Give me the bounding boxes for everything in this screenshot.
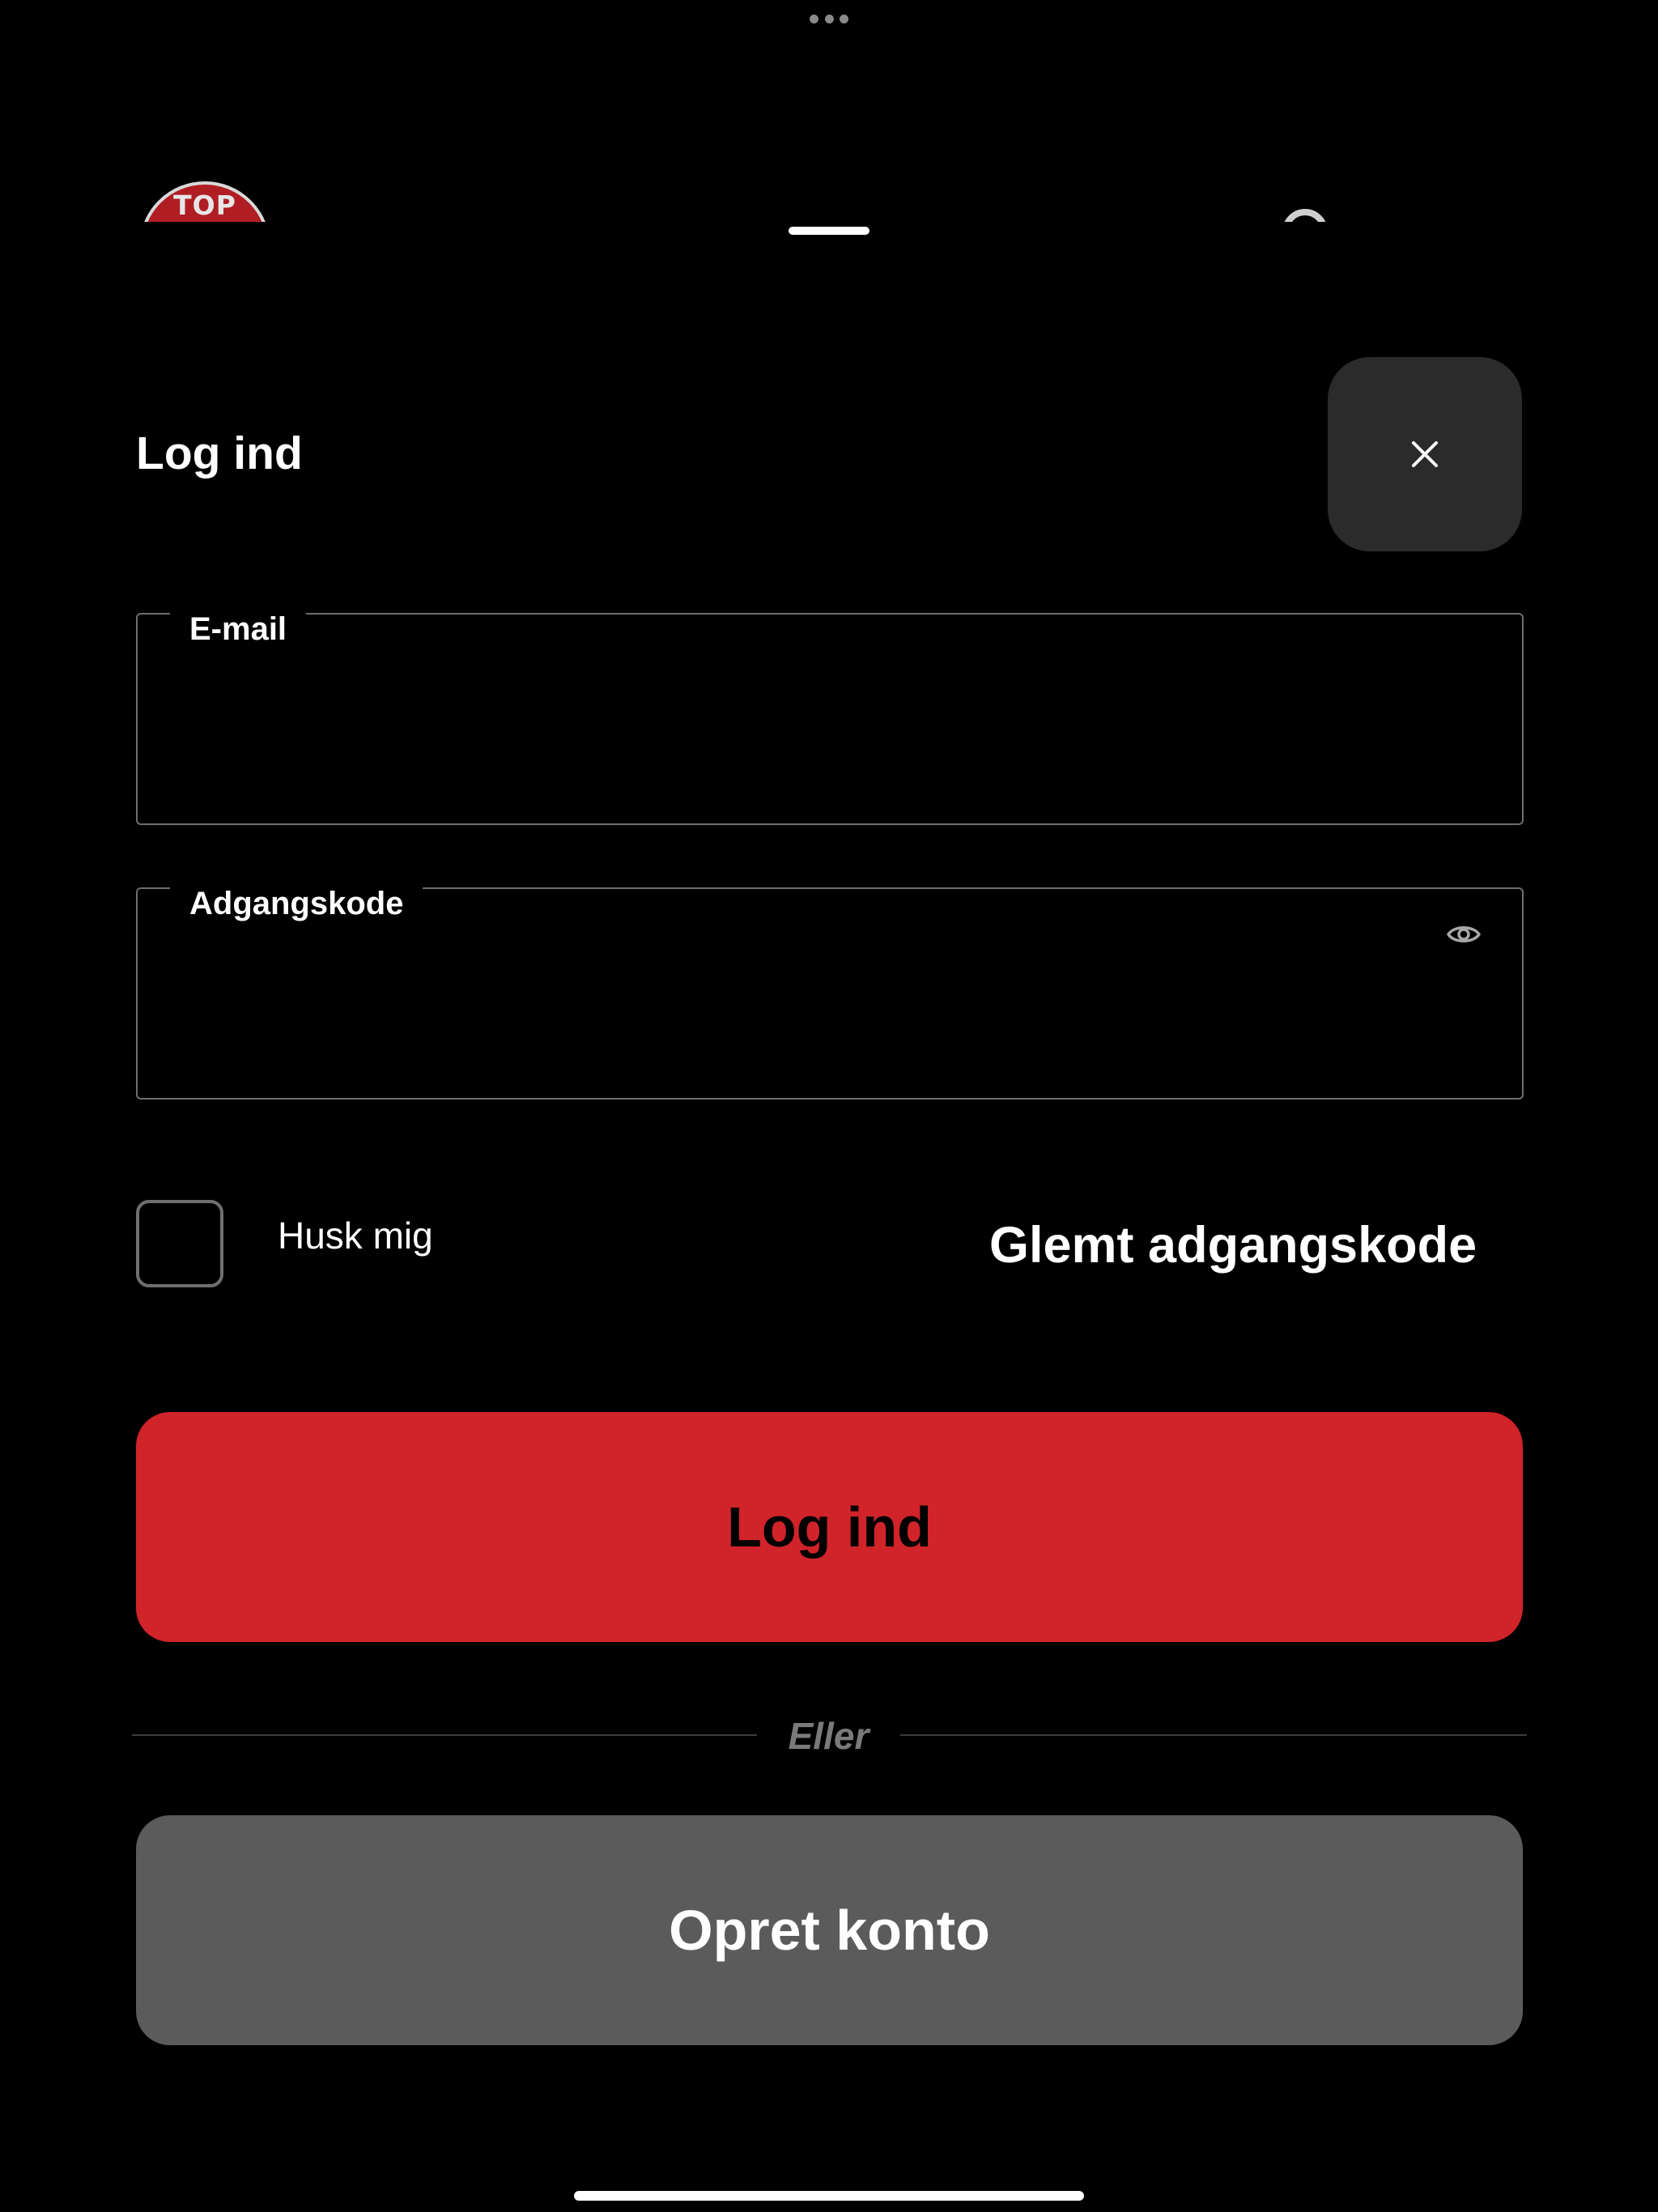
eye-icon[interactable] — [1446, 917, 1482, 952]
close-icon — [1412, 441, 1438, 467]
dot — [810, 14, 818, 23]
dot — [824, 14, 834, 23]
multitasking-dots-icon[interactable] — [810, 13, 848, 24]
close-button[interactable] — [1328, 357, 1522, 551]
email-field-label: E-mail — [170, 603, 307, 655]
divider-text: Eller — [788, 1715, 869, 1757]
email-input[interactable] — [162, 679, 1498, 778]
profile-icon — [1282, 209, 1328, 222]
forgot-password-link[interactable]: Glemt adgangskode — [989, 1214, 1477, 1276]
password-input[interactable] — [162, 954, 1498, 1053]
home-indicator[interactable] — [574, 2191, 1084, 2201]
logo-text: TOP — [173, 189, 236, 221]
sheet-title: Log ind — [136, 428, 303, 479]
remember-me-label[interactable]: Husk mig — [278, 1213, 433, 1258]
remember-me-checkbox[interactable] — [136, 1200, 223, 1287]
dot — [840, 14, 848, 23]
create-account-button[interactable]: Opret konto — [136, 1815, 1523, 2045]
divider-line-right — [900, 1734, 1527, 1736]
email-field[interactable]: E-mail — [136, 603, 1524, 825]
password-field-label: Adgangskode — [170, 878, 423, 929]
login-button[interactable]: Log ind — [136, 1412, 1523, 1642]
password-field[interactable]: Adgangskode — [136, 878, 1524, 1100]
sheet-grabber[interactable] — [789, 227, 869, 235]
app-logo: TOP — [139, 181, 270, 222]
divider-line-left — [132, 1734, 757, 1736]
